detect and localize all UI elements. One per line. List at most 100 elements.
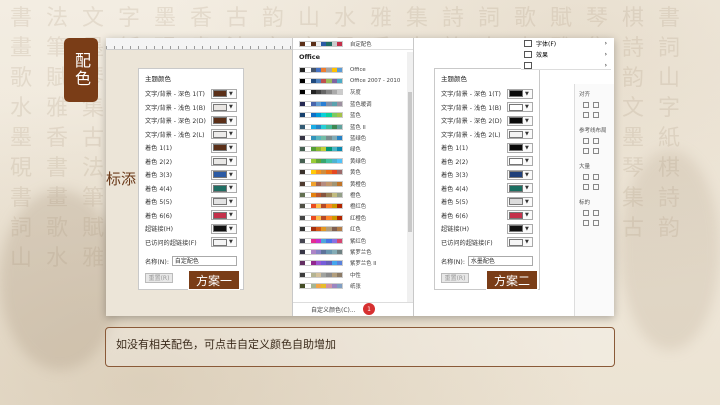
color-picker-button[interactable]: ▼: [211, 196, 237, 207]
color-picker-button[interactable]: ▼: [211, 129, 237, 140]
color-strip: [299, 135, 343, 142]
context-menu-item[interactable]: 字体(F) ›: [521, 38, 611, 49]
dropdown-scrollbar[interactable]: [407, 52, 413, 302]
chevron-down-icon: ▼: [525, 131, 529, 138]
color-picker-button[interactable]: ▼: [507, 169, 533, 180]
theme-color-option[interactable]: 橙色: [293, 189, 413, 200]
tool-icon[interactable]: [593, 184, 599, 190]
ink-wash-blot: [0, 190, 120, 370]
tool-icon[interactable]: [583, 210, 589, 216]
color-picker-button[interactable]: ▼: [507, 88, 533, 99]
theme-color-option[interactable]: 灰度: [293, 87, 413, 98]
tool-icon[interactable]: [583, 138, 589, 144]
theme-color-option[interactable]: 橙红色: [293, 201, 413, 212]
theme-color-option[interactable]: 黄橙色: [293, 178, 413, 189]
theme-color-option-label: Office 2007 - 2010: [350, 78, 401, 85]
tool-icon[interactable]: [593, 220, 599, 226]
color-row-label: 着色 3(3): [441, 172, 469, 180]
color-picker-button[interactable]: ▼: [211, 156, 237, 167]
tool-icon[interactable]: [593, 112, 599, 118]
theme-color-option-label: 绿色: [350, 147, 361, 154]
context-menu: 字体(F) › 效果 › ›: [521, 38, 611, 70]
custom-colors-item[interactable]: 自定义颜色(C)...: [293, 302, 413, 316]
tool-icon[interactable]: [593, 174, 599, 180]
theme-color-option[interactable]: Office: [293, 64, 413, 75]
color-picker-button[interactable]: ▼: [507, 237, 533, 248]
color-picker-button[interactable]: ▼: [211, 210, 237, 221]
color-picker-button[interactable]: ▼: [211, 102, 237, 113]
color-row: 着色 5(5) ▼: [139, 195, 243, 209]
theme-color-option[interactable]: 红橙色: [293, 212, 413, 223]
tool-icon[interactable]: [583, 148, 589, 154]
dropdown-section-title: Office: [299, 53, 321, 61]
color-swatch: [509, 117, 523, 125]
theme-color-option[interactable]: 黄色: [293, 167, 413, 178]
tool-icon[interactable]: [593, 102, 599, 108]
color-row: 着色 5(5) ▼: [435, 195, 539, 209]
color-swatch: [509, 90, 523, 98]
theme-color-option[interactable]: 蓝色暖调: [293, 98, 413, 109]
color-row-label: 已访问的超链接(F): [145, 239, 197, 247]
context-menu-item[interactable]: 效果 ›: [521, 49, 611, 60]
tool-icon[interactable]: [593, 210, 599, 216]
color-picker-button[interactable]: ▼: [211, 237, 237, 248]
color-picker-button[interactable]: ▼: [211, 169, 237, 180]
theme-color-option[interactable]: 蓝色 II: [293, 121, 413, 132]
chevron-down-icon: ▼: [525, 239, 529, 246]
color-picker-button[interactable]: ▼: [507, 102, 533, 113]
color-picker-button[interactable]: ▼: [507, 210, 533, 221]
tool-icon[interactable]: [593, 148, 599, 154]
color-picker-button[interactable]: ▼: [507, 115, 533, 126]
theme-color-option[interactable]: 蓝色: [293, 110, 413, 121]
color-picker-button[interactable]: ▼: [507, 129, 533, 140]
color-row: 着色 1(1) ▼: [435, 141, 539, 155]
tool-icon[interactable]: [583, 174, 589, 180]
theme-color-option-label: 紫罗兰色: [350, 249, 372, 256]
name-label: 名称(N):: [441, 258, 465, 266]
menu-item-label: 字体(F): [536, 41, 557, 48]
reset-button[interactable]: 重置(R): [145, 273, 173, 283]
dropdown-top-item[interactable]: 自定配色: [293, 38, 413, 50]
theme-color-option[interactable]: 蓝绿色: [293, 132, 413, 143]
color-picker-button[interactable]: ▼: [507, 223, 533, 234]
color-picker-button[interactable]: ▼: [507, 156, 533, 167]
tool-icon[interactable]: [583, 184, 589, 190]
color-picker-button[interactable]: ▼: [211, 223, 237, 234]
theme-color-option[interactable]: 红色: [293, 223, 413, 234]
name-input[interactable]: 水墨配色: [467, 256, 533, 266]
tool-icon[interactable]: [583, 112, 589, 118]
color-strip: [299, 248, 343, 255]
color-strip: [299, 271, 343, 278]
color-picker-button[interactable]: ▼: [507, 142, 533, 153]
color-picker-button[interactable]: ▼: [507, 183, 533, 194]
color-strip: [299, 180, 343, 187]
chevron-right-icon: ›: [604, 51, 607, 58]
theme-color-option[interactable]: 黄绿色: [293, 155, 413, 166]
tool-icon[interactable]: [593, 138, 599, 144]
context-menu-item[interactable]: ›: [521, 60, 611, 71]
caption-text: 如没有相关配色，可点击自定义颜色自助增加: [116, 338, 336, 351]
theme-color-option[interactable]: 紫红色: [293, 235, 413, 246]
color-picker-button[interactable]: ▼: [211, 115, 237, 126]
theme-color-option[interactable]: 中性: [293, 269, 413, 280]
theme-color-option[interactable]: 纸张: [293, 280, 413, 291]
color-picker-button[interactable]: ▼: [211, 183, 237, 194]
color-strip: [299, 66, 343, 73]
color-swatch: [509, 103, 523, 111]
tool-icon[interactable]: [583, 220, 589, 226]
side-panel-icons: [575, 172, 614, 192]
theme-color-option[interactable]: 紫罗兰色 II: [293, 258, 413, 269]
reset-button[interactable]: 重置(R): [441, 273, 469, 283]
theme-color-option[interactable]: Office 2007 - 2010: [293, 75, 413, 86]
chevron-down-icon: ▼: [525, 90, 529, 97]
color-picker-button[interactable]: ▼: [211, 142, 237, 153]
theme-color-option-label: 蓝色: [350, 113, 361, 120]
color-picker-button[interactable]: ▼: [211, 88, 237, 99]
theme-color-option[interactable]: 紫罗兰色: [293, 246, 413, 257]
scrollbar-thumb[interactable]: [408, 92, 412, 232]
theme-color-dropdown: 自定配色 Office Office Office 2007 - 2010 灰度 蓝色…: [292, 38, 414, 316]
name-input[interactable]: 自定配色: [171, 256, 237, 266]
theme-color-option[interactable]: 绿色: [293, 144, 413, 155]
color-picker-button[interactable]: ▼: [507, 196, 533, 207]
tool-icon[interactable]: [583, 102, 589, 108]
